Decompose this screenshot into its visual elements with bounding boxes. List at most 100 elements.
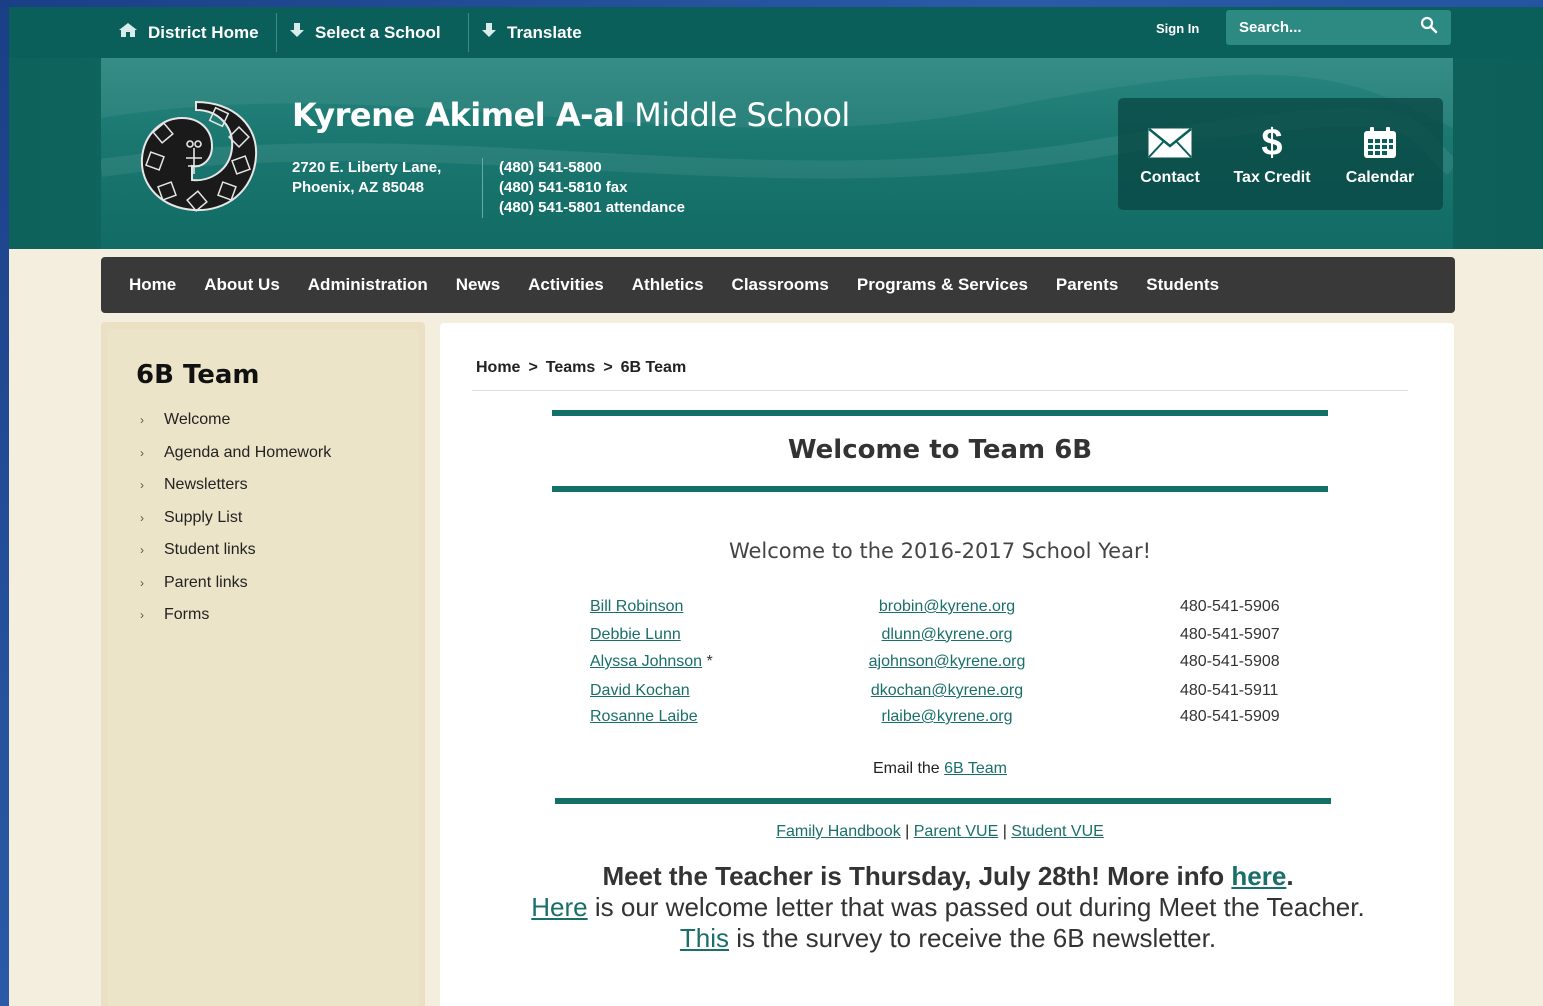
- sidebar-item-parent-links[interactable]: › Parent links: [136, 567, 331, 600]
- welcome-letter-line: Here is our welcome letter that was pass…: [480, 892, 1416, 923]
- sidebar-item-supply-list[interactable]: › Supply List: [136, 502, 331, 535]
- nav-home[interactable]: Home: [129, 275, 176, 295]
- contact-label: Contact: [1140, 169, 1200, 186]
- address-line-2: Phoenix, AZ 85048: [292, 179, 424, 196]
- staff-email-link[interactable]: dkochan@kyrene.org: [871, 682, 1023, 699]
- table-row: Rosanne Laibe rlaibe@kyrene.org 480-541-…: [590, 708, 1310, 736]
- search-box: [1226, 10, 1451, 45]
- tax-credit-button[interactable]: $ Tax Credit: [1224, 98, 1320, 210]
- staff-name-link[interactable]: Rosanne Laibe: [590, 708, 698, 725]
- chevron-right-icon: ›: [140, 543, 144, 558]
- phone-main: (480) 541-5800: [499, 159, 602, 176]
- breadcrumb-home[interactable]: Home: [476, 359, 520, 377]
- nav-administration[interactable]: Administration: [308, 275, 428, 295]
- nav-parents[interactable]: Parents: [1056, 275, 1118, 295]
- school-year-heading: Welcome to the 2016-2017 School Year!: [728, 539, 1152, 563]
- email-team-line: Email the 6B Team: [552, 760, 1328, 778]
- nav-news[interactable]: News: [456, 275, 500, 295]
- quick-links: Contact $ Tax Credit Calendar: [1118, 98, 1443, 210]
- sidebar-item-newsletters[interactable]: › Newsletters: [136, 469, 331, 502]
- sidebar-menu: › Welcome › Agenda and Homework › Newslette…: [136, 404, 331, 632]
- nav-programs-services[interactable]: Programs & Services: [857, 275, 1028, 295]
- sidebar: 6B Team › Welcome › Agenda and Homework › N…: [101, 322, 425, 1006]
- calendar-label: Calendar: [1345, 169, 1415, 186]
- staff-name-link[interactable]: David Kochan: [590, 682, 690, 699]
- announcements: Meet the Teacher is Thursday, July 28th!…: [480, 861, 1416, 954]
- school-name[interactable]: Kyrene Akimel A-al Middle School: [292, 96, 850, 134]
- sidebar-item-label: Agenda and Homework: [164, 443, 332, 461]
- sidebar-item-label: Student links: [164, 541, 256, 559]
- school-logo: [140, 100, 258, 212]
- chevron-right-icon: ›: [140, 575, 144, 590]
- search-icon[interactable]: [1420, 16, 1438, 39]
- tax-credit-label: Tax Credit: [1233, 169, 1311, 186]
- chevron-right-icon: ›: [140, 413, 144, 428]
- quick-resource-links: Family Handbook | Parent VUE | Student V…: [552, 823, 1328, 841]
- nav-athletics[interactable]: Athletics: [632, 275, 704, 295]
- sidebar-item-label: Parent links: [164, 573, 248, 591]
- calendar-button[interactable]: Calendar: [1332, 98, 1428, 210]
- divider: [552, 486, 1328, 492]
- phone-fax: (480) 541-5810 fax: [499, 179, 628, 196]
- more-info-link[interactable]: here: [1231, 861, 1286, 891]
- staff-email-link[interactable]: dlunn@kyrene.org: [882, 626, 1013, 643]
- staff-name-link[interactable]: Alyssa Johnson: [590, 653, 702, 670]
- sign-in-link[interactable]: Sign In: [1156, 21, 1199, 36]
- calendar-icon: [1363, 121, 1397, 165]
- nav-activities[interactable]: Activities: [528, 275, 604, 295]
- table-row: Debbie Lunn dlunn@kyrene.org 480-541-590…: [590, 626, 1310, 654]
- chevron-right-icon: ›: [140, 510, 144, 525]
- table-row: Bill Robinson brobin@kyrene.org 480-541-…: [590, 598, 1310, 626]
- sidebar-item-agenda[interactable]: › Agenda and Homework: [136, 437, 331, 470]
- welcome-letter-link[interactable]: Here: [531, 892, 587, 922]
- arrow-down-icon: [481, 22, 497, 43]
- address-line-1: 2720 E. Liberty Lane,: [292, 159, 442, 176]
- staff-email-link[interactable]: rlaibe@kyrene.org: [882, 708, 1013, 725]
- translate-label: Translate: [507, 22, 582, 42]
- nav-about-us[interactable]: About Us: [204, 275, 280, 295]
- sidebar-item-label: Newsletters: [164, 476, 248, 494]
- sidebar-panel: 6B Team › Welcome › Agenda and Homework › N…: [108, 329, 419, 1006]
- survey-link[interactable]: This: [680, 923, 729, 953]
- survey-text: is the survey to receive the 6B newslett…: [736, 923, 1217, 953]
- sidebar-item-label: Welcome: [164, 411, 231, 429]
- divider: [555, 798, 1331, 804]
- search-input[interactable]: [1226, 19, 1416, 36]
- family-handbook-link[interactable]: Family Handbook: [776, 823, 901, 840]
- table-row: David Kochan dkochan@kyrene.org 480-541-…: [590, 682, 1310, 708]
- top-bar: District Home Select a School Translate …: [9, 7, 1543, 58]
- sidebar-item-student-links[interactable]: › Student links: [136, 534, 331, 567]
- translate-dropdown[interactable]: Translate: [481, 7, 582, 58]
- staff-phone: 480-541-5911: [1180, 682, 1279, 699]
- sidebar-item-forms[interactable]: › Forms: [136, 599, 331, 632]
- district-home-label: District Home: [148, 22, 259, 42]
- staff-name-link[interactable]: Debbie Lunn: [590, 626, 681, 643]
- site-header: Kyrene Akimel A-al Middle School 2720 E.…: [9, 58, 1543, 249]
- breadcrumb-current: 6B Team: [620, 359, 687, 376]
- chevron-right-icon: ›: [140, 608, 144, 623]
- contact-button[interactable]: Contact: [1124, 98, 1216, 210]
- meet-teacher-period: .: [1286, 861, 1294, 891]
- staff-email-link[interactable]: brobin@kyrene.org: [879, 598, 1015, 615]
- staff-name-link[interactable]: Bill Robinson: [590, 598, 683, 615]
- sidebar-item-label: Forms: [164, 606, 210, 624]
- sidebar-title: 6B Team: [136, 360, 260, 390]
- student-vue-link[interactable]: Student VUE: [1011, 823, 1104, 840]
- nav-students[interactable]: Students: [1146, 275, 1219, 295]
- home-icon: [118, 22, 138, 43]
- welcome-letter-text: is our welcome letter that was passed ou…: [594, 892, 1365, 922]
- staff-email-link[interactable]: ajohnson@kyrene.org: [869, 653, 1026, 670]
- chevron-right-icon: ›: [140, 478, 144, 493]
- school-name-bold: Kyrene Akimel A-al: [292, 96, 625, 134]
- select-school-dropdown[interactable]: Select a School: [289, 7, 441, 58]
- divider: [482, 158, 483, 218]
- email-team-link[interactable]: 6B Team: [944, 760, 1007, 777]
- parent-vue-link[interactable]: Parent VUE: [914, 823, 998, 840]
- meet-teacher-line: Meet the Teacher is Thursday, July 28th!…: [480, 861, 1416, 892]
- sidebar-item-welcome[interactable]: › Welcome: [136, 404, 331, 437]
- staff-note: *: [702, 653, 713, 670]
- nav-classrooms[interactable]: Classrooms: [732, 275, 829, 295]
- district-home-link[interactable]: District Home: [118, 7, 259, 58]
- table-row: Alyssa Johnson * ajohnson@kyrene.org 480…: [590, 653, 1310, 682]
- breadcrumb-teams[interactable]: Teams: [546, 359, 596, 377]
